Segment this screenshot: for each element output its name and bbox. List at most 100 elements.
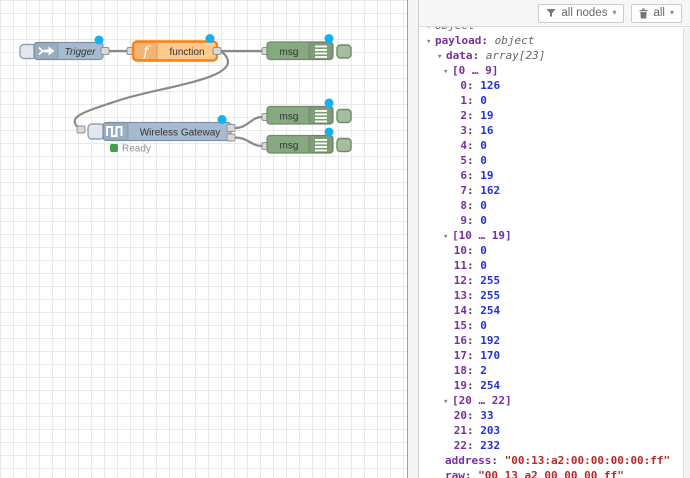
- debug-value: object: [435, 27, 475, 32]
- node-red-window: Trigger f function: [0, 0, 690, 478]
- wire-gateway-debug2[interactable]: [235, 117, 262, 128]
- node-debug-3[interactable]: msg: [262, 128, 351, 154]
- debug-key-separator: :: [467, 259, 480, 272]
- debug-message-panel[interactable]: ▾object▾payload: object▾data: array[23]▾…: [419, 27, 690, 478]
- collapse-toggle-icon[interactable]: ▾: [426, 35, 435, 50]
- debug-key-separator: :: [467, 139, 480, 152]
- debug-value: 192: [480, 334, 500, 347]
- debug1-toggle-button[interactable]: [337, 45, 351, 58]
- debug-key-separator: :: [491, 454, 504, 467]
- debug-value: 0: [480, 199, 487, 212]
- flow-svg: Trigger f function: [0, 0, 408, 478]
- debug-row: 19: 254: [425, 378, 690, 393]
- debug-key-separator: :: [467, 109, 480, 122]
- debug1-label: msg: [280, 47, 299, 58]
- debug-value: object: [495, 34, 535, 47]
- debug-key-separator: :: [467, 364, 480, 377]
- debug-value: 203: [480, 424, 500, 437]
- debug-scrollbar[interactable]: [683, 28, 690, 478]
- debug-key-separator: :: [467, 409, 480, 422]
- debug-value: 170: [480, 349, 500, 362]
- debug-value: 254: [480, 379, 500, 392]
- gateway-input-port[interactable]: [77, 126, 85, 133]
- node-trigger[interactable]: Trigger: [20, 36, 109, 60]
- changed-dot: [206, 34, 215, 43]
- debug-row: 14: 254: [425, 303, 690, 318]
- debug-clear-label: all: [653, 7, 665, 19]
- debug-object-key: data: [446, 49, 473, 62]
- debug-filter-label: all nodes: [561, 7, 607, 19]
- debug-index-key: 2: [451, 108, 467, 123]
- function-label: function: [169, 47, 204, 58]
- debug-index-key: 3: [451, 123, 467, 138]
- debug-value: 16: [480, 124, 493, 137]
- debug-row: ▾[20 … 22]: [425, 393, 690, 408]
- debug-index-key: 19: [451, 378, 467, 393]
- debug-value: 19: [480, 109, 493, 122]
- debug-key-separator: :: [467, 319, 480, 332]
- flow-canvas[interactable]: Trigger f function: [0, 0, 408, 478]
- node-wireless-gateway[interactable]: Wireless Gateway Ready: [77, 115, 235, 155]
- node-debug-2[interactable]: msg: [262, 99, 351, 125]
- debug-object-key: [10 … 19]: [452, 229, 512, 242]
- debug-object-key: [20 … 22]: [452, 394, 512, 407]
- gateway-button[interactable]: [88, 124, 104, 139]
- debug-row: 18: 2: [425, 363, 690, 378]
- debug-index-key: 21: [451, 423, 467, 438]
- debug-value: 0: [480, 154, 487, 167]
- debug-value: 255: [480, 274, 500, 287]
- debug-key-separator: :: [467, 184, 480, 197]
- gateway-output-port-2[interactable]: [227, 134, 235, 141]
- trigger-output-port[interactable]: [101, 48, 109, 55]
- debug-index-key: 7: [451, 183, 467, 198]
- debug-key-separator: :: [467, 154, 480, 167]
- debug3-toggle-button[interactable]: [337, 139, 351, 152]
- debug-row: 15: 0: [425, 318, 690, 333]
- debug-toolbar: all nodes ▾ all ▾: [419, 0, 690, 27]
- debug-key-separator: :: [467, 124, 480, 137]
- debug2-toggle-button[interactable]: [337, 110, 351, 123]
- debug-index-key: 5: [451, 153, 467, 168]
- wire-gateway-debug3[interactable]: [235, 138, 262, 147]
- debug-row: 10: 0: [425, 243, 690, 258]
- debug-clear-button[interactable]: all ▾: [631, 4, 682, 23]
- gateway-status: Ready: [122, 144, 151, 155]
- wire-function-gateway[interactable]: [75, 51, 228, 129]
- debug-index-key: 12: [451, 273, 467, 288]
- debug-row: 4: 0: [425, 138, 690, 153]
- debug-index-key: 13: [451, 288, 467, 303]
- debug-value: 126: [480, 79, 500, 92]
- chevron-down-icon: ▾: [612, 9, 616, 17]
- debug-index-key: 1: [451, 93, 467, 108]
- debug-object-key: [0 … 9]: [452, 64, 498, 77]
- debug-index-key: 4: [451, 138, 467, 153]
- node-function[interactable]: f function: [127, 34, 221, 61]
- debug-index-key: 10: [451, 243, 467, 258]
- debug-row: 2: 19: [425, 108, 690, 123]
- changed-dot: [218, 115, 227, 124]
- debug-value: 33: [480, 409, 493, 422]
- debug-key-separator: :: [467, 274, 480, 287]
- debug-key-separator: :: [467, 199, 480, 212]
- sidebar-resize-handle[interactable]: [408, 0, 419, 478]
- debug-value: 0: [480, 319, 487, 332]
- debug-index-key: 22: [451, 438, 467, 453]
- debug-row: 21: 203: [425, 423, 690, 438]
- function-output-port[interactable]: [213, 48, 221, 55]
- debug-key-separator: :: [481, 34, 494, 47]
- debug-value: 2: [480, 364, 487, 377]
- debug-key-separator: :: [467, 289, 480, 302]
- debug-row: 6: 19: [425, 168, 690, 183]
- debug-key-separator: :: [467, 244, 480, 257]
- debug-row: ▾[0 … 9]: [425, 63, 690, 78]
- debug-row: 8: 0: [425, 198, 690, 213]
- debug-key-separator: :: [467, 214, 480, 227]
- debug-row: ▾data: array[23]: [425, 48, 690, 63]
- debug-filter-button[interactable]: all nodes ▾: [538, 4, 624, 23]
- node-debug-1[interactable]: msg: [262, 34, 351, 60]
- debug-key-separator: :: [467, 349, 480, 362]
- debug-row: 20: 33: [425, 408, 690, 423]
- debug-key-separator: :: [467, 334, 480, 347]
- gateway-output-port-1[interactable]: [227, 125, 235, 132]
- debug-key-separator: :: [467, 379, 480, 392]
